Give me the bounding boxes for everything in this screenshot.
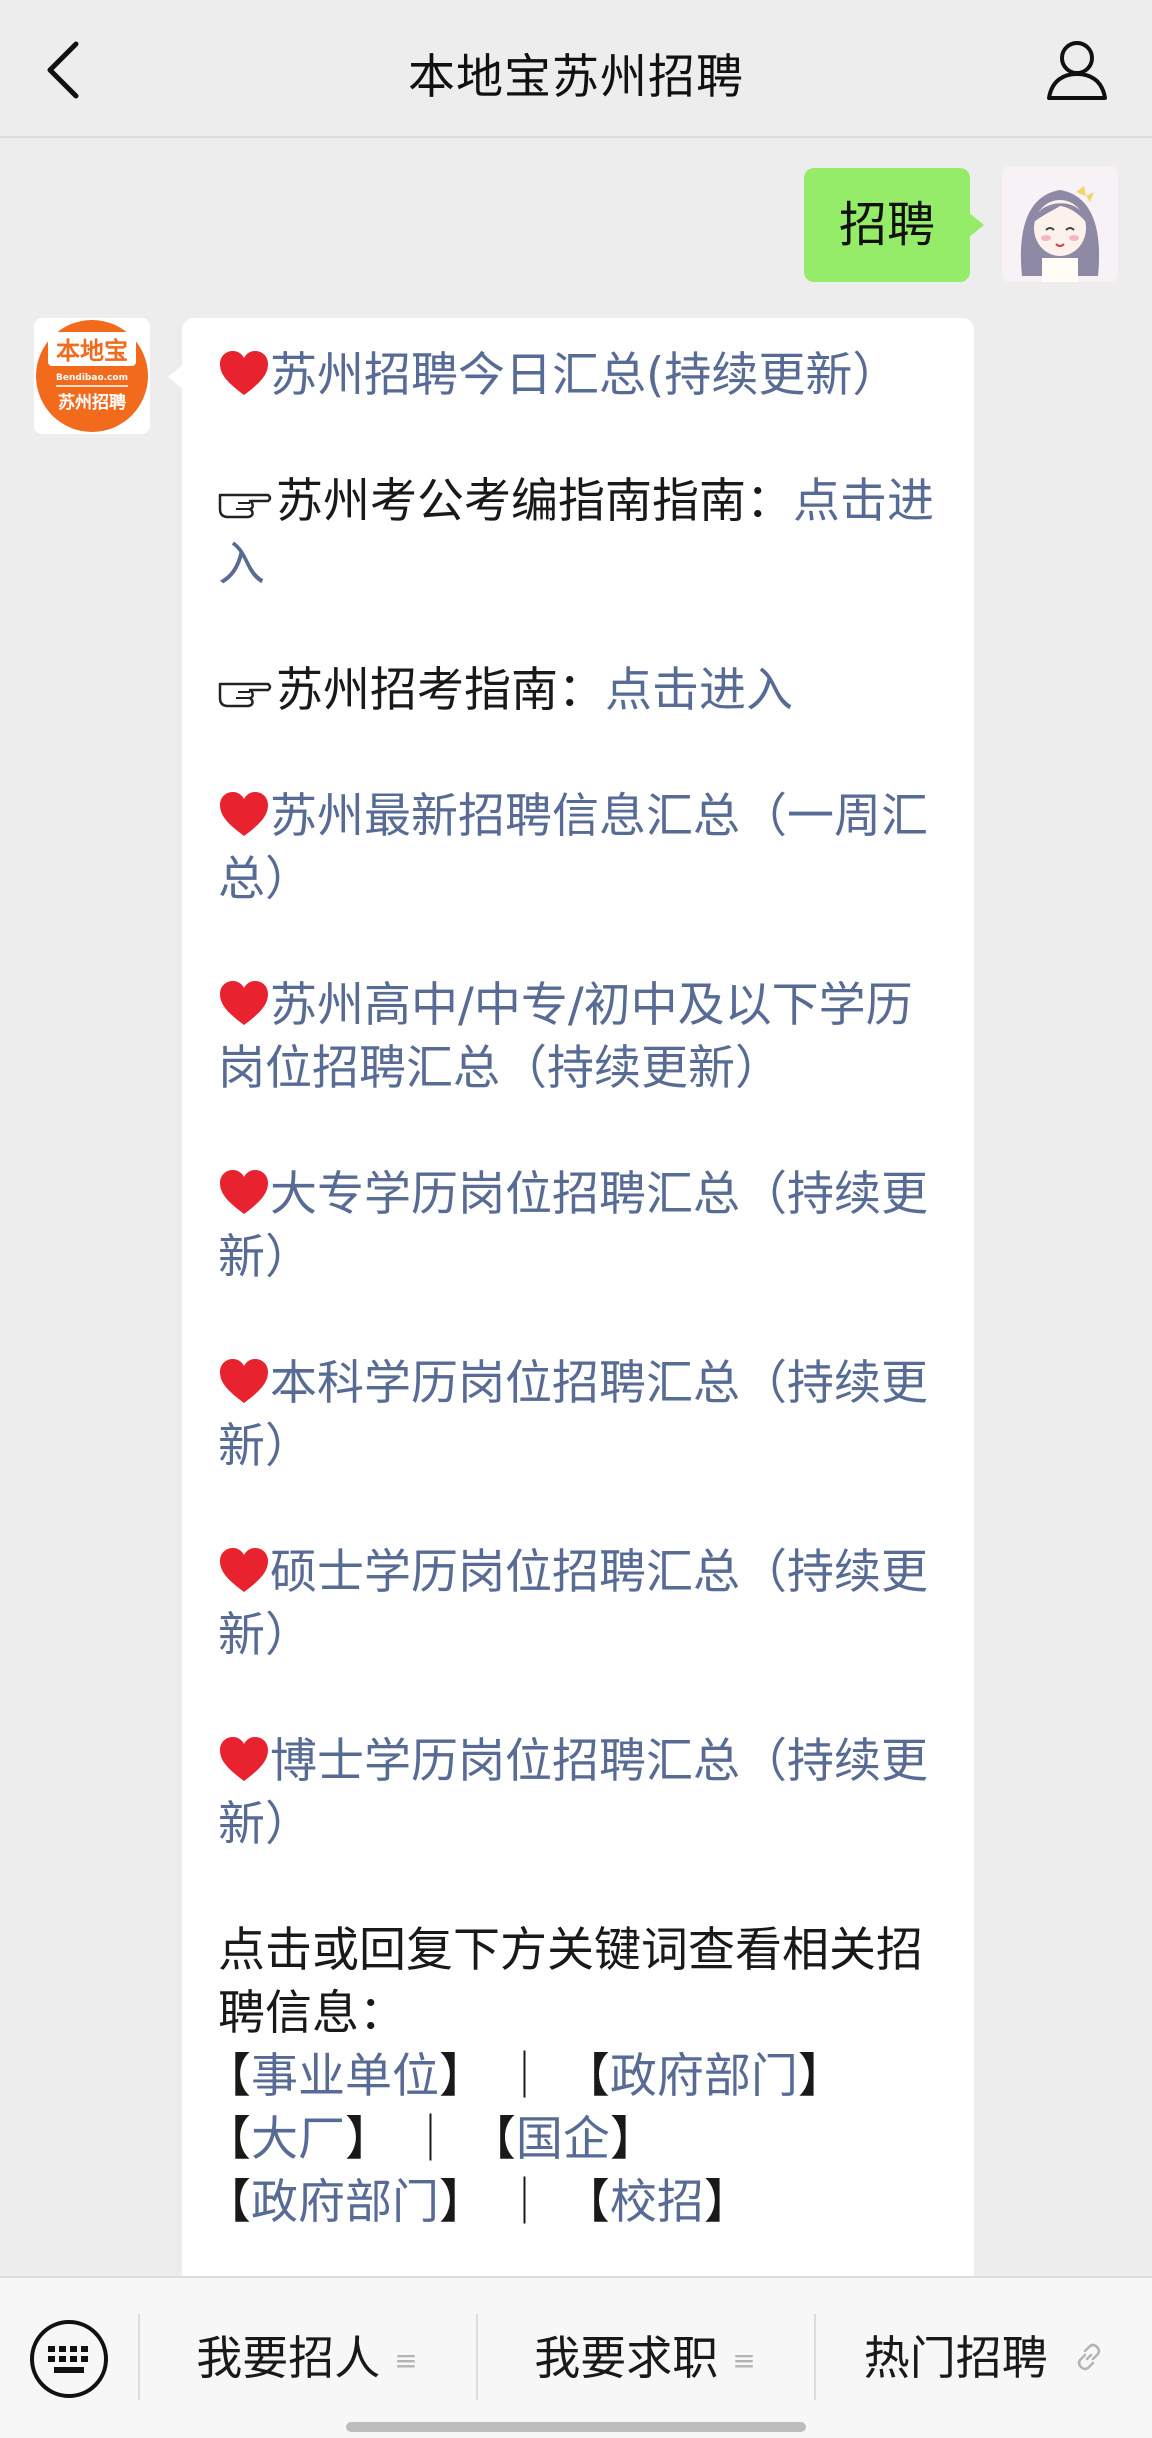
keyword-government[interactable]: 政府部门 [610,2049,798,2104]
keyword-separator: ｜ [406,2112,454,2167]
menu-hire-label: 我要招人 [196,2331,381,2385]
message-line: 本科学历岗位招聘汇总（持续更新） [218,1352,942,1478]
keyboard-icon [30,2320,108,2398]
pointing-hand-icon [218,682,272,708]
bachelor-jobs-link[interactable]: 本科学历岗位招聘汇总（持续更新） [218,1356,928,1474]
bracket: 】 [439,2049,486,2104]
message-line: 苏州最新招聘信息汇总（一周汇总） [218,785,942,911]
received-message-bubble: 苏州招聘今日汇总(持续更新） 苏州考公考编指南指南：点击进入 苏州招考指南：点击… [168,318,974,2298]
menu-hire[interactable]: 我要招人 ≡ [140,2328,474,2388]
keyword-campus[interactable]: 校招 [610,2175,704,2230]
red-heart-icon [220,1170,268,1214]
link-icon [1078,2343,1101,2371]
phd-jobs-link[interactable]: 博士学历岗位招聘汇总（持续更新） [218,1734,928,1852]
bracket: 【 [562,2175,610,2230]
recruit-guide-label: 苏州招考指南： [276,663,605,718]
logo-sub-text: 苏州招聘 [58,392,126,413]
menu-job-seek-label: 我要求职 [534,2331,719,2385]
menu-hot-jobs[interactable]: 热门招聘 [816,2328,1152,2388]
keyword-row: 【大厂】 ｜ 【国企】 [204,2108,942,2171]
bracket: 【 [468,2112,516,2167]
bracket: 【 [204,2049,251,2104]
highschool-jobs-link[interactable]: 苏州高中/中专/初中及以下学历岗位招聘汇总（持续更新） [218,978,913,1096]
bracket: 】 [797,2049,845,2104]
red-heart-icon [220,1548,268,1592]
keyword-separator: ｜ [500,2175,548,2230]
keyword-row: 【政府部门】 ｜ 【校招】 [204,2171,942,2234]
recruit-guide-enter-link[interactable]: 点击进入 [605,663,793,718]
bendibao-logo-icon: 本地宝 Bendibao.com 苏州招聘 [34,318,150,434]
logo-domain-text: Bendibao.com [56,373,128,383]
message-line: 苏州招考指南：点击进入 [218,659,942,722]
menu-hot-jobs-label: 热门招聘 [863,2331,1048,2385]
nav-bar: 本地宝苏州招聘 [0,0,1152,138]
red-heart-icon [220,981,268,1025]
message-line: 硕士学历岗位招聘汇总（持续更新） [218,1541,942,1667]
user-avatar[interactable] [1002,166,1118,282]
message-line: 苏州招聘今日汇总(持续更新） [218,344,942,407]
master-jobs-link[interactable]: 硕士学历岗位招聘汇总（持续更新） [218,1545,928,1663]
anime-girl-avatar-icon [1002,166,1118,282]
bracket: 】 [439,2175,486,2230]
keyword-separator: ｜ [500,2049,548,2104]
college-jobs-link[interactable]: 大专学历岗位招聘汇总（持续更新） [218,1167,928,1285]
bracket: 【 [204,2175,251,2230]
keyword-government-2[interactable]: 政府部门 [251,2175,439,2230]
bottom-menu-bar: 我要招人 ≡ 我要求职 ≡ 热门招聘 [0,2276,1152,2438]
message-line: 苏州高中/中专/初中及以下学历岗位招聘汇总（持续更新） [218,974,942,1100]
chat-screen: 本地宝苏州招聘 招聘 本地宝 Bendibao.com 苏州招聘 苏州招聘今日汇… [0,0,1152,2438]
keywords-section: 点击或回复下方关键词查看相关招聘信息： 【事业单位】 ｜ 【政府部门】 【大厂】… [204,1919,942,2234]
red-heart-icon [220,1359,268,1403]
keyboard-toggle-button[interactable] [28,2318,110,2400]
sent-message-text: 招聘 [838,197,935,253]
bracket: 【 [204,2112,251,2167]
exam-guide-label: 苏州考公考编指南指南： [276,474,793,529]
bendibao-avatar[interactable]: 本地宝 Bendibao.com 苏州招聘 [34,318,150,434]
submenu-icon: ≡ [732,2344,756,2377]
weekly-summary-link[interactable]: 苏州最新招聘信息汇总（一周汇总） [218,789,928,907]
keyword-big-company[interactable]: 大厂 [251,2112,345,2167]
home-indicator [346,2422,806,2432]
person-icon [1047,41,1107,100]
message-line: 苏州考公考编指南指南：点击进入 [218,470,942,596]
keyword-state-owned[interactable]: 国企 [516,2112,610,2167]
summary-today-link[interactable]: 苏州招聘今日汇总(持续更新） [270,348,899,403]
menu-job-seek[interactable]: 我要求职 ≡ [478,2328,812,2388]
sent-message-bubble[interactable]: 招聘 [804,168,984,282]
logo-text: 本地宝 [56,337,128,365]
message-line: 博士学历岗位招聘汇总（持续更新） [218,1730,942,1856]
bracket: 】 [609,2112,657,2167]
bracket: 【 [562,2049,610,2104]
pointing-hand-icon [218,493,272,519]
red-heart-icon [220,1737,268,1781]
profile-button[interactable] [1044,36,1110,102]
keyword-row: 【事业单位】 ｜ 【政府部门】 [204,2045,942,2108]
message-line: 大专学历岗位招聘汇总（持续更新） [218,1163,942,1289]
keyword-public-institution[interactable]: 事业单位 [251,2049,439,2104]
bracket: 】 [703,2175,751,2230]
red-heart-icon [220,792,268,836]
red-heart-icon [220,351,268,395]
submenu-icon: ≡ [394,2344,418,2377]
keywords-intro: 点击或回复下方关键词查看相关招聘信息： [218,1923,923,2041]
bracket: 】 [345,2112,392,2167]
chat-title: 本地宝苏州招聘 [408,50,744,105]
